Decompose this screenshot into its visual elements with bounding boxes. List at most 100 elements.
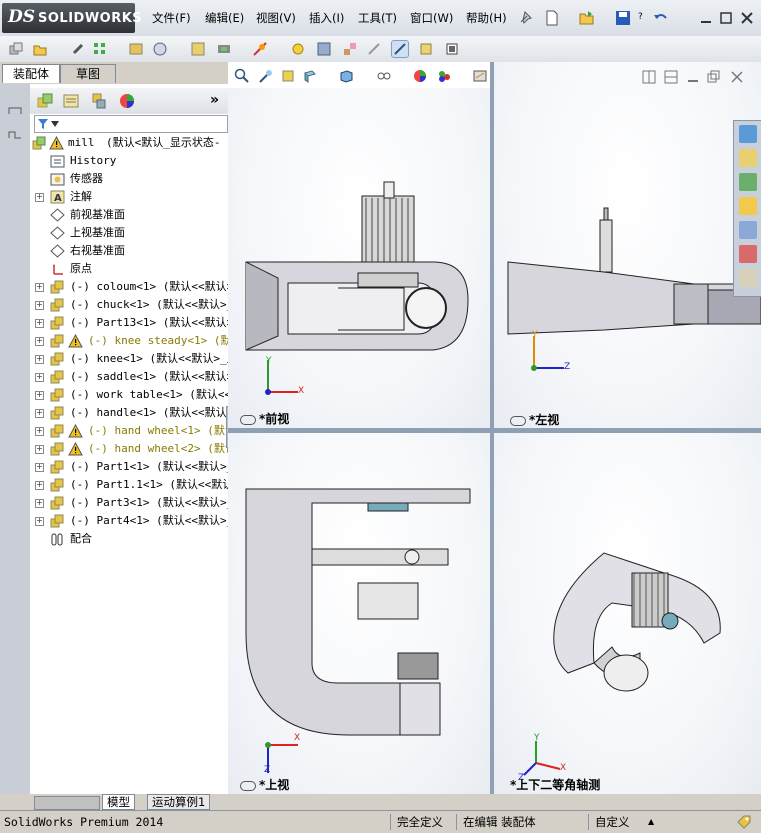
appearance-manager-tab-icon[interactable] <box>118 92 136 110</box>
assembly-component-icon[interactable] <box>8 41 24 57</box>
tile-horizontal-icon[interactable] <box>642 70 656 84</box>
viewport-restore-icon[interactable] <box>706 70 720 84</box>
expand-toggle[interactable]: + <box>35 445 44 454</box>
menu-tools[interactable]: 工具(T) <box>358 10 397 26</box>
viewport-close-icon[interactable] <box>730 70 744 84</box>
expand-toggle[interactable]: + <box>35 355 44 364</box>
expand-toggle[interactable]: + <box>35 409 44 418</box>
tab-model[interactable]: 模型 <box>102 794 135 810</box>
chevron-down-icon[interactable] <box>51 121 59 127</box>
move-component-icon[interactable] <box>152 41 168 57</box>
minimize-icon[interactable] <box>697 9 715 27</box>
expand-toggle[interactable]: + <box>35 517 44 526</box>
expand-toggle[interactable]: + <box>35 301 44 310</box>
show-hidden-icon[interactable] <box>190 41 206 57</box>
menu-file[interactable]: 文件(F) <box>152 10 191 26</box>
explode-line-sketch-icon[interactable] <box>366 41 382 57</box>
linear-pattern-icon[interactable] <box>92 41 108 57</box>
previous-view-icon[interactable] <box>280 68 296 84</box>
bill-of-materials-icon[interactable] <box>316 41 332 57</box>
expand-toggle[interactable]: + <box>35 391 44 400</box>
expand-panel-icon[interactable]: » <box>210 92 219 108</box>
property-manager-tab-icon[interactable] <box>62 92 80 110</box>
solidworks-logo[interactable]: DS SOLIDWORKS <box>2 3 142 33</box>
large-assembly-icon[interactable] <box>444 41 460 57</box>
tree-item[interactable]: + (-) Part1<1> (默认<<默认>_显 <box>30 458 228 476</box>
tree-item[interactable]: + (-) knee steady<1> (默认<< <box>30 332 228 350</box>
menu-insert[interactable]: 插入(I) <box>309 10 344 26</box>
display-manager-icon[interactable] <box>7 128 23 140</box>
edit-appearance-icon[interactable] <box>412 68 428 84</box>
solidworks-resources-icon[interactable] <box>739 125 757 143</box>
tree-item[interactable]: + (-) chuck<1> (默认<<默认>_显 <box>30 296 228 314</box>
viewport-top[interactable]: X Z *上视 <box>228 433 490 794</box>
design-library-icon[interactable] <box>739 173 757 191</box>
display-style-icon[interactable] <box>376 68 392 84</box>
view-palette-icon[interactable] <box>739 221 757 239</box>
tree-item[interactable]: 传感器 <box>30 170 228 188</box>
tree-filter-field[interactable] <box>34 115 228 133</box>
expand-toggle[interactable]: + <box>35 283 44 292</box>
tree-item[interactable]: + (-) saddle<1> (默认<<默认>_ <box>30 368 228 386</box>
assembly-features-icon[interactable] <box>216 41 232 57</box>
tree-item[interactable]: 配合 <box>30 530 228 548</box>
apply-scene-icon[interactable] <box>436 68 452 84</box>
appearances-icon[interactable] <box>739 245 757 263</box>
zoom-to-area-icon[interactable] <box>258 68 274 84</box>
dimxpert-icon[interactable] <box>7 104 23 116</box>
home-icon[interactable] <box>739 149 757 167</box>
exploded-view-icon[interactable] <box>342 41 358 57</box>
custom-properties-icon[interactable] <box>739 269 757 287</box>
tree-item[interactable]: + (-) Part3<1> (默认<<默认>_显 <box>30 494 228 512</box>
new-motion-study-icon[interactable] <box>290 41 306 57</box>
viewport-front[interactable]: Y X *前视 <box>228 88 490 428</box>
menu-edit[interactable]: 编辑(E) <box>205 10 244 26</box>
viewport-isometric[interactable]: Y X Z *上下二等角轴测 <box>494 433 761 794</box>
menu-view[interactable]: 视图(V) <box>256 10 296 26</box>
smart-fasteners-icon[interactable] <box>128 41 144 57</box>
file-explorer-icon[interactable] <box>739 197 757 215</box>
tree-item[interactable]: + A 注解 <box>30 188 228 206</box>
tree-item[interactable]: + (-) hand wheel<2> (默认<< <box>30 440 228 458</box>
mate-icon[interactable] <box>70 41 86 57</box>
menu-window[interactable]: 窗口(W) <box>410 10 453 26</box>
tree-item[interactable]: History <box>30 152 228 170</box>
expand-toggle[interactable]: + <box>35 193 44 202</box>
interference-detection-icon[interactable] <box>391 40 409 58</box>
tree-root[interactable]: mill (默认<默认_显示状态- <box>30 134 228 152</box>
restore-icon[interactable] <box>717 9 735 27</box>
open-folder-icon[interactable] <box>578 9 596 27</box>
expand-toggle[interactable]: + <box>35 337 44 346</box>
viewport-splitter-horizontal[interactable] <box>228 428 761 433</box>
units-arrow-icon[interactable]: ▲ <box>648 814 654 830</box>
new-document-icon[interactable] <box>543 9 561 27</box>
tree-item[interactable]: 右视基准面 <box>30 242 228 260</box>
expand-toggle[interactable]: + <box>35 427 44 436</box>
tab-motion-study[interactable]: 运动算例1 <box>147 794 211 810</box>
feature-tree-tab-icon[interactable] <box>36 92 54 110</box>
insert-component-icon[interactable] <box>32 41 48 57</box>
units-status[interactable]: 自定义 <box>588 814 647 830</box>
expand-toggle[interactable]: + <box>35 481 44 490</box>
tree-item[interactable]: + (-) Part13<1> (默认<<默认>_ <box>30 314 228 332</box>
tab-scroll-buttons[interactable] <box>34 796 100 810</box>
tab-sketch[interactable]: 草图 <box>60 64 116 83</box>
tree-item[interactable]: 前视基准面 <box>30 206 228 224</box>
expand-toggle[interactable]: + <box>35 319 44 328</box>
tree-item[interactable]: 上视基准面 <box>30 224 228 242</box>
view-settings-icon[interactable] <box>472 68 488 84</box>
configuration-manager-tab-icon[interactable] <box>90 92 108 110</box>
undo-icon[interactable] <box>652 9 670 27</box>
expand-toggle[interactable]: + <box>35 499 44 508</box>
instant3d-icon[interactable] <box>418 41 434 57</box>
expand-toggle[interactable]: + <box>35 463 44 472</box>
tree-item[interactable]: + (-) Part4<1> (默认<<默认>_显 <box>30 512 228 530</box>
viewport-left[interactable]: Y Z *左视 <box>494 62 761 428</box>
tab-assembly[interactable]: 装配体 <box>2 64 60 83</box>
pin-icon[interactable] <box>516 9 534 27</box>
tree-item[interactable]: + (-) knee<1> (默认<<默认>_显示 <box>30 350 228 368</box>
tree-item[interactable]: + (-) handle<1> (默认<<默认>_ <box>30 404 228 422</box>
tree-item[interactable]: 原点 <box>30 260 228 278</box>
viewport-minimize-icon[interactable] <box>686 70 700 84</box>
tree-item[interactable]: + (-) Part1.1<1> (默认<<默认> <box>30 476 228 494</box>
